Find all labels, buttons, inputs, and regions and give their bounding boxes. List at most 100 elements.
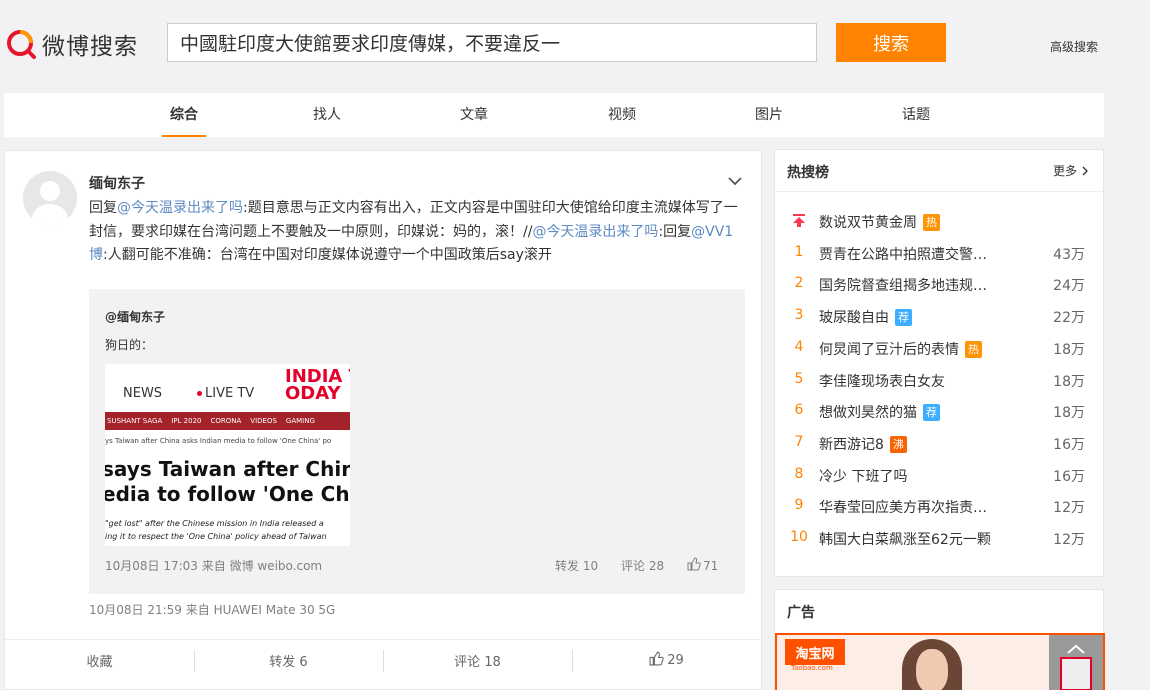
hot-search-count: 16万 [1053,468,1085,485]
hot-search-word[interactable]: 国务院督查组揭多地违规… [819,275,987,295]
hot-search-count: 22万 [1053,310,1085,327]
ad-banner[interactable]: 淘宝网 Taobao.com [775,633,1105,690]
hot-search-word[interactable]: 何炅闻了豆汁后的表情热 [819,339,982,359]
hot-search-item[interactable]: 数说双节黄金周热 [775,209,1103,235]
hot-search-word-text: 新西游记8 [819,436,884,453]
comment-button[interactable]: 评论 18 [383,640,572,681]
hot-search-word-text: 国务院督查组揭多地违规… [819,278,987,295]
avatar[interactable] [23,171,77,225]
hot-search-word-text: 想做刘昊然的猫 [819,405,917,422]
thumb-nav-item: CORONA [210,417,242,425]
hot-search-panel: 热搜榜 更多 数说双节黄金周热 1 贾青在公路中拍照遭交警… 43万 2 国务院督查组揭多… [774,149,1104,577]
hot-search-word[interactable]: 新西游记8 沸 [819,434,907,454]
hot-search-item[interactable]: 7 新西游记8 沸 16万 [775,431,1103,457]
hot-search-word[interactable]: 数说双节黄金周热 [819,212,940,232]
hot-search-rank: 4 [794,338,804,355]
hot-search-rank: 6 [794,402,804,419]
hot-search-item[interactable]: 3 玻尿酸自由荐 22万 [775,304,1103,330]
tab-articles[interactable]: 文章 [444,93,504,137]
hot-badge: 热 [923,214,940,231]
thumb-nav-item: VIDEOS [250,417,277,425]
hot-search-word[interactable]: 玻尿酸自由荐 [819,307,912,327]
thumb-nav-item: IPL 2020 [171,417,202,425]
hot-search-item[interactable]: 6 想做刘昊然的猫荐 18万 [775,399,1103,425]
hot-search-word[interactable]: 韩国大白菜飙涨至62元一颗 [819,529,991,549]
repost-text: 狗日的： [105,338,154,352]
hot-search-word[interactable]: 想做刘昊然的猫荐 [819,402,940,422]
search-button[interactable]: 搜索 [836,23,946,62]
repost-meta[interactable]: 10月08日 17:03 来自 微博 weibo.com [105,557,322,574]
hot-search-item[interactable]: 5 李佳隆现场表白女友 18万 [775,368,1103,394]
hot-search-title: 热搜榜 [787,165,829,181]
mention-link[interactable]: @今天温录出来了吗 [532,224,658,240]
hot-search-word-text: 何炅闻了豆汁后的表情 [819,341,959,358]
repost-comment-button[interactable]: 评论 28 [621,557,664,574]
hot-search-more-link[interactable]: 更多 [1053,162,1089,179]
thumb-headline: edia to follow 'One China' [105,482,350,506]
hot-search-word[interactable]: 李佳隆现场表白女友 [819,371,945,391]
thumbs-up-icon [687,557,701,574]
hot-search-rank: 5 [794,370,804,387]
advanced-search-link[interactable]: 高级搜索 [1050,38,1098,55]
hot-search-item[interactable]: 8 冷少 下班了吗 16万 [775,463,1103,489]
hot-search-rank: 9 [794,497,804,514]
hot-search-count: 12万 [1053,532,1085,548]
thumb-nav-item: SUSHANT SAGA [107,417,163,425]
hot-search-item[interactable]: 4 何炅闻了豆汁后的表情热 18万 [775,336,1103,362]
post-username[interactable]: 缅甸东子 [89,173,145,193]
reposted-content: @缅甸东子 狗日的： NEWS LIVE TV INDIA TODAY SUSH… [89,289,745,594]
hot-search-word[interactable]: 冷少 下班了吗 [819,466,907,486]
thumb-nav: SUSHANT SAGA IPL 2020 CORONA VIDEOS GAMI… [105,412,350,430]
hot-badge: 热 [965,340,982,358]
logo-text: 微博搜索 [42,34,138,60]
hot-search-item[interactable]: 2 国务院督查组揭多地违规… 24万 [775,272,1103,298]
ad-scroll-button[interactable] [1049,635,1103,690]
post-actions: 收藏 转发 6 评论 18 29 [5,639,761,681]
hot-search-rank: 7 [794,433,804,450]
ad-thumbnail[interactable] [1060,657,1092,690]
repost-like-button[interactable]: 71 [687,557,718,574]
hot-search-rank: 3 [794,307,804,324]
post-text-part: :人翻可能不准确：台湾在中国对印度媒体说遵守一个中国政策后say滚开 [103,247,552,263]
hot-search-item[interactable]: 9 华春莹回应美方再次指责… 12万 [775,494,1103,520]
hot-search-rank: 8 [794,465,804,482]
thumb-crumb: ys Taiwan after China asks Indian media … [105,437,332,445]
search-input[interactable]: 中國駐印度大使館要求印度傳媒，不要違反一 [167,23,817,62]
hot-search-word[interactable]: 华春莹回应美方再次指责… [819,497,987,517]
mention-link[interactable]: @今天温录出来了吗 [117,200,243,216]
hot-search-count: 16万 [1053,436,1085,453]
favorite-button[interactable]: 收藏 [5,640,194,681]
tab-images[interactable]: 图片 [739,93,799,137]
post-meta[interactable]: 10月08日 21:59 来自 HUAWEI Mate 30 5G [89,601,335,618]
ad-panel: 广告 淘宝网 Taobao.com [774,589,1105,690]
taobao-logo: 淘宝网 [785,639,845,665]
live-dot-icon [197,391,202,396]
hot-search-word[interactable]: 贾青在公路中拍照遭交警… [819,244,987,264]
tab-videos[interactable]: 视频 [592,93,652,137]
chevron-down-icon[interactable] [725,171,745,191]
hot-search-item[interactable]: 1 贾青在公路中拍照遭交警… 43万 [775,241,1103,267]
hot-search-word-text: 玻尿酸自由 [819,310,889,327]
weibo-search-logo[interactable]: 微博搜索 [4,26,138,62]
tab-comprehensive[interactable]: 综合 [154,93,214,137]
tab-people[interactable]: 找人 [297,93,357,137]
thumb-sub: ing it to respect the 'One China' policy… [105,532,327,541]
like-button[interactable]: 29 [572,640,761,681]
hot-search-count: 24万 [1053,278,1085,295]
hot-search-count: 12万 [1053,500,1085,517]
repost-username[interactable]: @缅甸东子 [105,308,165,325]
repost-image[interactable]: NEWS LIVE TV INDIA TODAY SUSHANT SAGA IP… [105,364,350,546]
hot-search-word-text: 冷少 下班了吗 [819,468,908,485]
tab-topics[interactable]: 话题 [886,93,946,137]
hot-badge: 荐 [895,309,912,327]
chevron-up-icon [1067,644,1085,654]
post-card: 缅甸东子 回复@今天温录出来了吗:题目意思与正文内容有出入，正文内容是中国驻印大… [4,150,762,690]
taobao-brand: 淘宝网 [795,646,835,662]
repost-button[interactable]: 转发 6 [194,640,383,681]
repost-repost-button[interactable]: 转发 10 [555,557,598,574]
post-text-part: :回复 [658,223,692,240]
thumb-live: LIVE TV [197,386,254,401]
hot-search-item[interactable]: 10 韩国大白菜飙涨至62元一颗 12万 [775,526,1103,552]
thumb-nav-item: GAMING [285,417,315,425]
thumbs-up-icon [649,651,664,670]
